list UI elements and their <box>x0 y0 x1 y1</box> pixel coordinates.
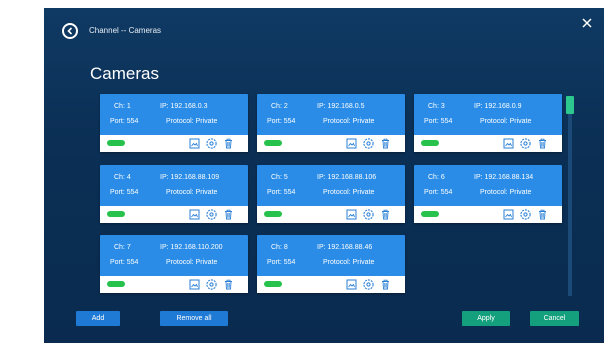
ip-label: IP: 192.168.88.46 <box>317 244 373 251</box>
snapshot-icon[interactable] <box>345 137 358 150</box>
remove-all-button[interactable]: Remove all <box>160 311 228 326</box>
protocol-label: Protocol: Private <box>480 118 532 125</box>
status-indicator <box>264 140 282 146</box>
snapshot-icon[interactable] <box>502 208 515 221</box>
delete-icon[interactable] <box>379 278 392 291</box>
port-label: Port: 554 <box>110 118 139 125</box>
port-label: Port: 554 <box>267 189 296 196</box>
port-label: Port: 554 <box>110 259 139 266</box>
channel-label: Ch: 4 <box>114 174 131 181</box>
scrollbar-track[interactable] <box>568 100 572 296</box>
status-indicator <box>421 140 439 146</box>
port-label: Port: 554 <box>267 118 296 125</box>
channel-label: Ch: 2 <box>271 103 288 110</box>
channel-label: Ch: 7 <box>114 244 131 251</box>
snapshot-icon[interactable] <box>188 137 201 150</box>
camera-card[interactable]: Ch: 2 IP: 192.168.0.5 Port: 554 Protocol… <box>257 94 405 152</box>
camera-card[interactable]: Ch: 7 IP: 192.168.110.200 Port: 554 Prot… <box>100 235 248 293</box>
ip-label: IP: 192.168.0.3 <box>160 103 208 110</box>
port-label: Port: 554 <box>267 259 296 266</box>
protocol-label: Protocol: Private <box>166 118 218 125</box>
back-icon[interactable] <box>62 23 78 39</box>
close-icon[interactable] <box>580 16 594 30</box>
card-footer <box>100 206 248 223</box>
card-footer <box>100 276 248 293</box>
port-label: Port: 554 <box>424 118 453 125</box>
snapshot-icon[interactable] <box>345 208 358 221</box>
camera-card[interactable]: Ch: 5 IP: 192.168.88.106 Port: 554 Proto… <box>257 165 405 223</box>
card-footer <box>414 135 562 152</box>
channel-label: Ch: 6 <box>428 174 445 181</box>
channel-label: Ch: 1 <box>114 103 131 110</box>
snapshot-icon[interactable] <box>345 278 358 291</box>
delete-icon[interactable] <box>222 278 235 291</box>
breadcrumb: Channel -- Cameras <box>89 26 162 35</box>
page-title: Cameras <box>90 64 159 83</box>
snapshot-icon[interactable] <box>188 208 201 221</box>
protocol-label: Protocol: Private <box>166 189 218 196</box>
channel-label: Ch: 8 <box>271 244 288 251</box>
channel-label: Ch: 3 <box>428 103 445 110</box>
settings-icon[interactable] <box>519 137 532 150</box>
port-label: Port: 554 <box>110 189 139 196</box>
delete-icon[interactable] <box>536 137 549 150</box>
status-indicator <box>421 211 439 217</box>
protocol-label: Protocol: Private <box>323 259 375 266</box>
settings-icon[interactable] <box>519 208 532 221</box>
cameras-dialog: Channel -- Cameras Cameras Ch: 1 IP: 192… <box>44 8 604 343</box>
card-footer <box>100 135 248 152</box>
protocol-label: Protocol: Private <box>323 189 375 196</box>
settings-icon[interactable] <box>362 278 375 291</box>
ip-label: IP: 192.168.88.106 <box>317 174 377 181</box>
protocol-label: Protocol: Private <box>323 118 375 125</box>
camera-card[interactable]: Ch: 8 IP: 192.168.88.46 Port: 554 Protoc… <box>257 235 405 293</box>
settings-icon[interactable] <box>362 137 375 150</box>
settings-icon[interactable] <box>205 278 218 291</box>
ip-label: IP: 192.168.110.200 <box>160 244 223 251</box>
protocol-label: Protocol: Private <box>166 259 218 266</box>
ip-label: IP: 192.168.0.9 <box>474 103 522 110</box>
camera-card[interactable]: Ch: 1 IP: 192.168.0.3 Port: 554 Protocol… <box>100 94 248 152</box>
add-button[interactable]: Add <box>76 311 120 326</box>
snapshot-icon[interactable] <box>502 137 515 150</box>
status-indicator <box>107 211 125 217</box>
delete-icon[interactable] <box>379 137 392 150</box>
card-footer <box>257 276 405 293</box>
status-indicator <box>264 281 282 287</box>
snapshot-icon[interactable] <box>188 278 201 291</box>
camera-card[interactable]: Ch: 3 IP: 192.168.0.9 Port: 554 Protocol… <box>414 94 562 152</box>
card-footer <box>414 206 562 223</box>
delete-icon[interactable] <box>379 208 392 221</box>
status-indicator <box>107 281 125 287</box>
ip-label: IP: 192.168.88.109 <box>160 174 220 181</box>
apply-button[interactable]: Apply <box>462 311 510 326</box>
camera-card[interactable]: Ch: 6 IP: 192.168.88.134 Port: 554 Proto… <box>414 165 562 223</box>
settings-icon[interactable] <box>205 208 218 221</box>
delete-icon[interactable] <box>222 208 235 221</box>
status-indicator <box>107 140 125 146</box>
ip-label: IP: 192.168.0.5 <box>317 103 365 110</box>
delete-icon[interactable] <box>536 208 549 221</box>
ip-label: IP: 192.168.88.134 <box>474 174 534 181</box>
scrollbar-thumb[interactable] <box>566 96 574 114</box>
settings-icon[interactable] <box>362 208 375 221</box>
status-indicator <box>264 211 282 217</box>
port-label: Port: 554 <box>424 189 453 196</box>
settings-icon[interactable] <box>205 137 218 150</box>
card-footer <box>257 206 405 223</box>
protocol-label: Protocol: Private <box>480 189 532 196</box>
cancel-button[interactable]: Cancel <box>530 311 579 326</box>
card-footer <box>257 135 405 152</box>
channel-label: Ch: 5 <box>271 174 288 181</box>
camera-card[interactable]: Ch: 4 IP: 192.168.88.109 Port: 554 Proto… <box>100 165 248 223</box>
delete-icon[interactable] <box>222 137 235 150</box>
